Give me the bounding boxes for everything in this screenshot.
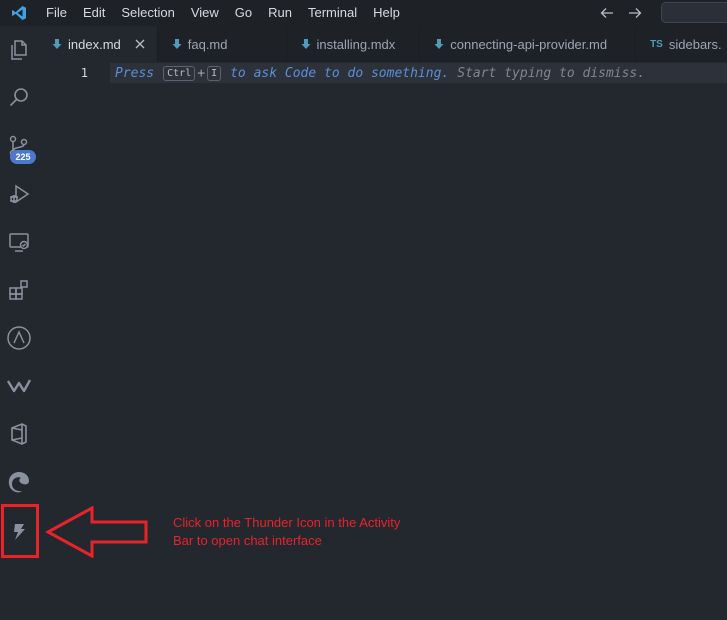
tab-sidebars-ts[interactable]: TS sidebars. bbox=[636, 26, 727, 62]
office-icon[interactable] bbox=[0, 414, 38, 454]
forward-arrow-icon[interactable] bbox=[628, 6, 642, 20]
w-logo-icon[interactable] bbox=[0, 366, 38, 406]
edge-icon[interactable] bbox=[0, 462, 38, 502]
tab-label: connecting-api-provider.md bbox=[450, 36, 608, 52]
source-control-badge: 225 bbox=[10, 150, 36, 164]
menu-terminal[interactable]: Terminal bbox=[300, 0, 365, 26]
markdown-icon bbox=[52, 38, 62, 50]
search-icon[interactable] bbox=[0, 78, 38, 118]
tab-index-md[interactable]: index.md bbox=[38, 26, 158, 62]
line-number: 1 bbox=[80, 66, 88, 80]
menu-go[interactable]: Go bbox=[227, 0, 260, 26]
vscode-logo-icon bbox=[0, 0, 38, 26]
menu-edit[interactable]: Edit bbox=[75, 0, 113, 26]
markdown-icon bbox=[301, 38, 311, 50]
menu-selection[interactable]: Selection bbox=[113, 0, 182, 26]
tab-installing-mdx[interactable]: installing.mdx bbox=[287, 26, 421, 62]
tab-connecting-api-provider-md[interactable]: connecting-api-provider.md bbox=[420, 26, 637, 62]
typescript-icon: TS bbox=[650, 38, 663, 50]
tab-faq-md[interactable]: faq.md bbox=[158, 26, 287, 62]
kbd-ctrl: Ctrl bbox=[163, 65, 196, 81]
extensions-icon[interactable] bbox=[0, 270, 38, 310]
arc-icon[interactable] bbox=[0, 318, 38, 358]
menu-run[interactable]: Run bbox=[260, 0, 300, 26]
title-bar: File Edit Selection View Go Run Terminal… bbox=[0, 0, 727, 26]
back-arrow-icon[interactable] bbox=[600, 6, 614, 20]
close-icon[interactable] bbox=[135, 39, 145, 49]
command-center-search[interactable] bbox=[661, 2, 727, 23]
run-debug-icon[interactable] bbox=[0, 174, 38, 214]
vscode-window: File Edit Selection View Go Run Terminal… bbox=[0, 0, 727, 620]
current-line[interactable]: Press Ctrl + I to ask Code to do somethi… bbox=[110, 63, 727, 83]
hint-press: Press bbox=[115, 65, 155, 81]
kbd-i: I bbox=[207, 65, 222, 81]
tab-label: sidebars. bbox=[668, 36, 722, 52]
explorer-icon[interactable] bbox=[0, 30, 38, 70]
hint-action: to ask Code to do something. bbox=[230, 65, 450, 81]
remote-explorer-icon[interactable] bbox=[0, 222, 38, 262]
markdown-icon bbox=[172, 38, 182, 50]
editor-tab-bar: index.md faq.md installing.mdx connectin… bbox=[38, 26, 727, 62]
annotation-text: Click on the Thunder Icon in the Activit… bbox=[173, 515, 401, 548]
kbd-plus: + bbox=[197, 65, 206, 81]
left-arrow-icon bbox=[46, 506, 148, 558]
tab-label: faq.md bbox=[187, 36, 228, 52]
tab-label: installing.mdx bbox=[316, 36, 396, 52]
menu-file[interactable]: File bbox=[38, 0, 75, 26]
menu-help[interactable]: Help bbox=[365, 0, 408, 26]
navigation-arrows bbox=[600, 0, 642, 26]
hint-dismiss: Start typing to dismiss. bbox=[457, 65, 646, 81]
tab-label: index.md bbox=[68, 36, 121, 52]
thunder-icon-highlight-box bbox=[1, 504, 39, 558]
markdown-icon bbox=[434, 38, 444, 50]
menu-view[interactable]: View bbox=[183, 0, 227, 26]
menu-bar: File Edit Selection View Go Run Terminal… bbox=[38, 0, 408, 26]
